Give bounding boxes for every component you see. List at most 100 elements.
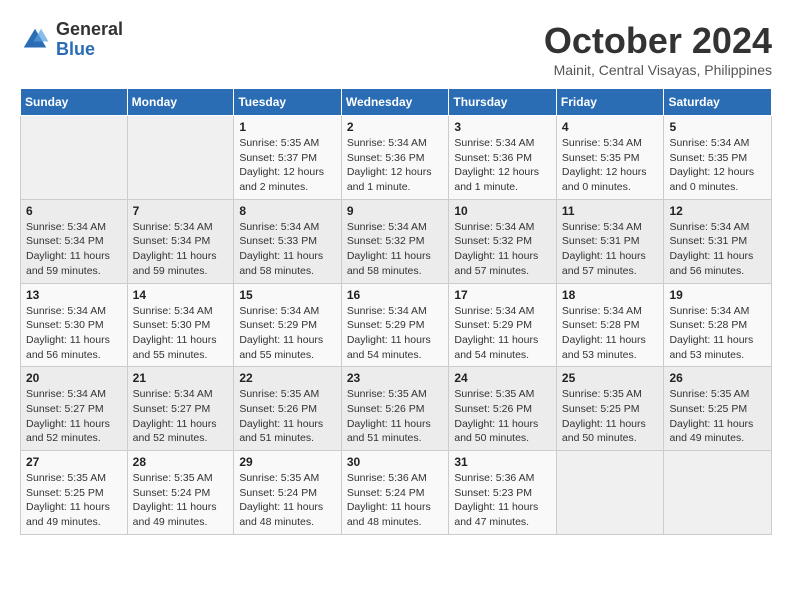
calendar-cell: 11 Sunrise: 5:34 AMSunset: 5:31 PMDayligh… [556, 199, 664, 283]
calendar-cell [664, 451, 772, 535]
day-number: 25 [562, 371, 659, 385]
day-info: Sunrise: 5:34 AMSunset: 5:30 PMDaylight:… [133, 304, 229, 363]
day-number: 9 [347, 204, 444, 218]
day-number: 20 [26, 371, 122, 385]
month-title: October 2024 [544, 20, 772, 62]
weekday-header: Sunday [21, 89, 128, 116]
day-number: 21 [133, 371, 229, 385]
day-info: Sunrise: 5:34 AMSunset: 5:29 PMDaylight:… [454, 304, 551, 363]
day-info: Sunrise: 5:35 AMSunset: 5:26 PMDaylight:… [347, 387, 444, 446]
day-info: Sunrise: 5:34 AMSunset: 5:29 PMDaylight:… [347, 304, 444, 363]
day-info: Sunrise: 5:36 AMSunset: 5:23 PMDaylight:… [454, 471, 551, 530]
day-info: Sunrise: 5:34 AMSunset: 5:31 PMDaylight:… [669, 220, 766, 279]
day-number: 15 [239, 288, 336, 302]
logo-text: General Blue [56, 20, 123, 60]
calendar-cell: 26 Sunrise: 5:35 AMSunset: 5:25 PMDayligh… [664, 367, 772, 451]
calendar-cell: 8 Sunrise: 5:34 AMSunset: 5:33 PMDaylight… [234, 199, 342, 283]
calendar-cell: 20Sunrise: 5:34 AMSunset: 5:27 PMDayligh… [21, 367, 128, 451]
day-number: 26 [669, 371, 766, 385]
day-info: Sunrise: 5:35 AMSunset: 5:25 PMDaylight:… [669, 387, 766, 446]
calendar-header-row: SundayMondayTuesdayWednesdayThursdayFrid… [21, 89, 772, 116]
day-number: 24 [454, 371, 551, 385]
calendar-cell: 5Sunrise: 5:34 AMSunset: 5:35 PMDaylight… [664, 116, 772, 200]
calendar-cell: 21 Sunrise: 5:34 AMSunset: 5:27 PMDayligh… [127, 367, 234, 451]
day-number: 30 [347, 455, 444, 469]
day-number: 7 [133, 204, 229, 218]
day-info: Sunrise: 5:35 AMSunset: 5:25 PMDaylight:… [26, 471, 122, 530]
day-info: Sunrise: 5:35 AMSunset: 5:26 PMDaylight:… [239, 387, 336, 446]
day-number: 28 [133, 455, 229, 469]
calendar-week-row: 1 Sunrise: 5:35 AMSunset: 5:37 PMDaylight… [21, 116, 772, 200]
calendar-week-row: 20 Sunrise: 5:34 AMSunset: 5:27 PMDayligh… [21, 367, 772, 451]
day-info: Sunrise: 5:34 AMSunset: 5:32 PMDaylight:… [347, 220, 444, 279]
calendar-cell: 16 Sunrise: 5:34 AMSunset: 5:29 PMDayligh… [341, 283, 449, 367]
day-number: 1 [239, 120, 336, 134]
day-info: Sunrise: 5:34 AMSunset: 5:28 PMDaylight:… [562, 304, 659, 363]
day-info: Sunrise: 5:34 AMSunset: 5:32 PMDaylight:… [454, 220, 551, 279]
day-number: 27 [26, 455, 122, 469]
day-info: Sunrise: 5:34 AMSunset: 5:35 PMDaylight:… [562, 136, 659, 195]
logo-general: General [56, 20, 123, 40]
location-title: Mainit, Central Visayas, Philippines [544, 62, 772, 78]
calendar-cell: 25 Sunrise: 5:35 AMSunset: 5:25 PMDayligh… [556, 367, 664, 451]
calendar-cell [556, 451, 664, 535]
calendar-cell: 19 Sunrise: 5:34 AMSunset: 5:28 PMDayligh… [664, 283, 772, 367]
day-info: Sunrise: 5:34 AMSunset: 5:27 PMDaylight:… [133, 387, 229, 446]
calendar-cell: 18 Sunrise: 5:34 AMSunset: 5:28 PMDayligh… [556, 283, 664, 367]
calendar-cell: 10 Sunrise: 5:34 AMSunset: 5:32 PMDayligh… [449, 199, 557, 283]
day-info: Sunrise: 5:34 AMSunset: 5:36 PMDaylight:… [454, 136, 551, 195]
day-info: Sunrise: 5:34 AMSunset: 5:31 PMDaylight:… [562, 220, 659, 279]
day-number: 2 [347, 120, 444, 134]
day-number: 4 [562, 120, 659, 134]
calendar-cell: 13 Sunrise: 5:34 AMSunset: 5:30 PMDayligh… [21, 283, 128, 367]
calendar-cell: 30 Sunrise: 5:36 AMSunset: 5:24 PMDayligh… [341, 451, 449, 535]
calendar-cell: 6Sunrise: 5:34 AMSunset: 5:34 PMDaylight… [21, 199, 128, 283]
weekday-header: Wednesday [341, 89, 449, 116]
calendar-cell: 2 Sunrise: 5:34 AMSunset: 5:36 PMDaylight… [341, 116, 449, 200]
day-number: 5 [669, 120, 766, 134]
day-info: Sunrise: 5:34 AMSunset: 5:34 PMDaylight:… [133, 220, 229, 279]
day-number: 12 [669, 204, 766, 218]
calendar-cell: 9 Sunrise: 5:34 AMSunset: 5:32 PMDaylight… [341, 199, 449, 283]
calendar-cell: 7 Sunrise: 5:34 AMSunset: 5:34 PMDaylight… [127, 199, 234, 283]
day-info: Sunrise: 5:34 AMSunset: 5:33 PMDaylight:… [239, 220, 336, 279]
day-info: Sunrise: 5:36 AMSunset: 5:24 PMDaylight:… [347, 471, 444, 530]
day-info: Sunrise: 5:35 AMSunset: 5:25 PMDaylight:… [562, 387, 659, 446]
day-info: Sunrise: 5:35 AMSunset: 5:37 PMDaylight:… [239, 136, 336, 195]
weekday-header: Thursday [449, 89, 557, 116]
calendar-cell: 17Sunrise: 5:34 AMSunset: 5:29 PMDayligh… [449, 283, 557, 367]
logo-blue: Blue [56, 40, 123, 60]
day-number: 11 [562, 204, 659, 218]
calendar-cell: 15 Sunrise: 5:34 AMSunset: 5:29 PMDayligh… [234, 283, 342, 367]
calendar-cell: 27 Sunrise: 5:35 AMSunset: 5:25 PMDayligh… [21, 451, 128, 535]
day-info: Sunrise: 5:34 AMSunset: 5:28 PMDaylight:… [669, 304, 766, 363]
calendar-cell [127, 116, 234, 200]
day-info: Sunrise: 5:34 AMSunset: 5:36 PMDaylight:… [347, 136, 444, 195]
calendar-cell: 22Sunrise: 5:35 AMSunset: 5:26 PMDayligh… [234, 367, 342, 451]
calendar-cell: 1 Sunrise: 5:35 AMSunset: 5:37 PMDaylight… [234, 116, 342, 200]
calendar-cell: 31 Sunrise: 5:36 AMSunset: 5:23 PMDayligh… [449, 451, 557, 535]
day-number: 19 [669, 288, 766, 302]
calendar-week-row: 6Sunrise: 5:34 AMSunset: 5:34 PMDaylight… [21, 199, 772, 283]
day-info: Sunrise: 5:34 AMSunset: 5:34 PMDaylight:… [26, 220, 122, 279]
day-info: Sunrise: 5:34 AMSunset: 5:29 PMDaylight:… [239, 304, 336, 363]
calendar-cell: 4 Sunrise: 5:34 AMSunset: 5:35 PMDaylight… [556, 116, 664, 200]
day-number: 31 [454, 455, 551, 469]
calendar-cell: 14 Sunrise: 5:34 AMSunset: 5:30 PMDayligh… [127, 283, 234, 367]
day-number: 10 [454, 204, 551, 218]
weekday-header: Monday [127, 89, 234, 116]
calendar-cell [21, 116, 128, 200]
page-header: General Blue October 2024 Mainit, Centra… [20, 20, 772, 78]
day-number: 14 [133, 288, 229, 302]
day-info: Sunrise: 5:34 AMSunset: 5:30 PMDaylight:… [26, 304, 122, 363]
day-number: 16 [347, 288, 444, 302]
day-info: Sunrise: 5:35 AMSunset: 5:26 PMDaylight:… [454, 387, 551, 446]
day-number: 18 [562, 288, 659, 302]
day-number: 13 [26, 288, 122, 302]
day-info: Sunrise: 5:35 AMSunset: 5:24 PMDaylight:… [239, 471, 336, 530]
day-number: 8 [239, 204, 336, 218]
logo: General Blue [20, 20, 123, 60]
day-number: 3 [454, 120, 551, 134]
calendar-cell: 24 Sunrise: 5:35 AMSunset: 5:26 PMDayligh… [449, 367, 557, 451]
day-number: 29 [239, 455, 336, 469]
